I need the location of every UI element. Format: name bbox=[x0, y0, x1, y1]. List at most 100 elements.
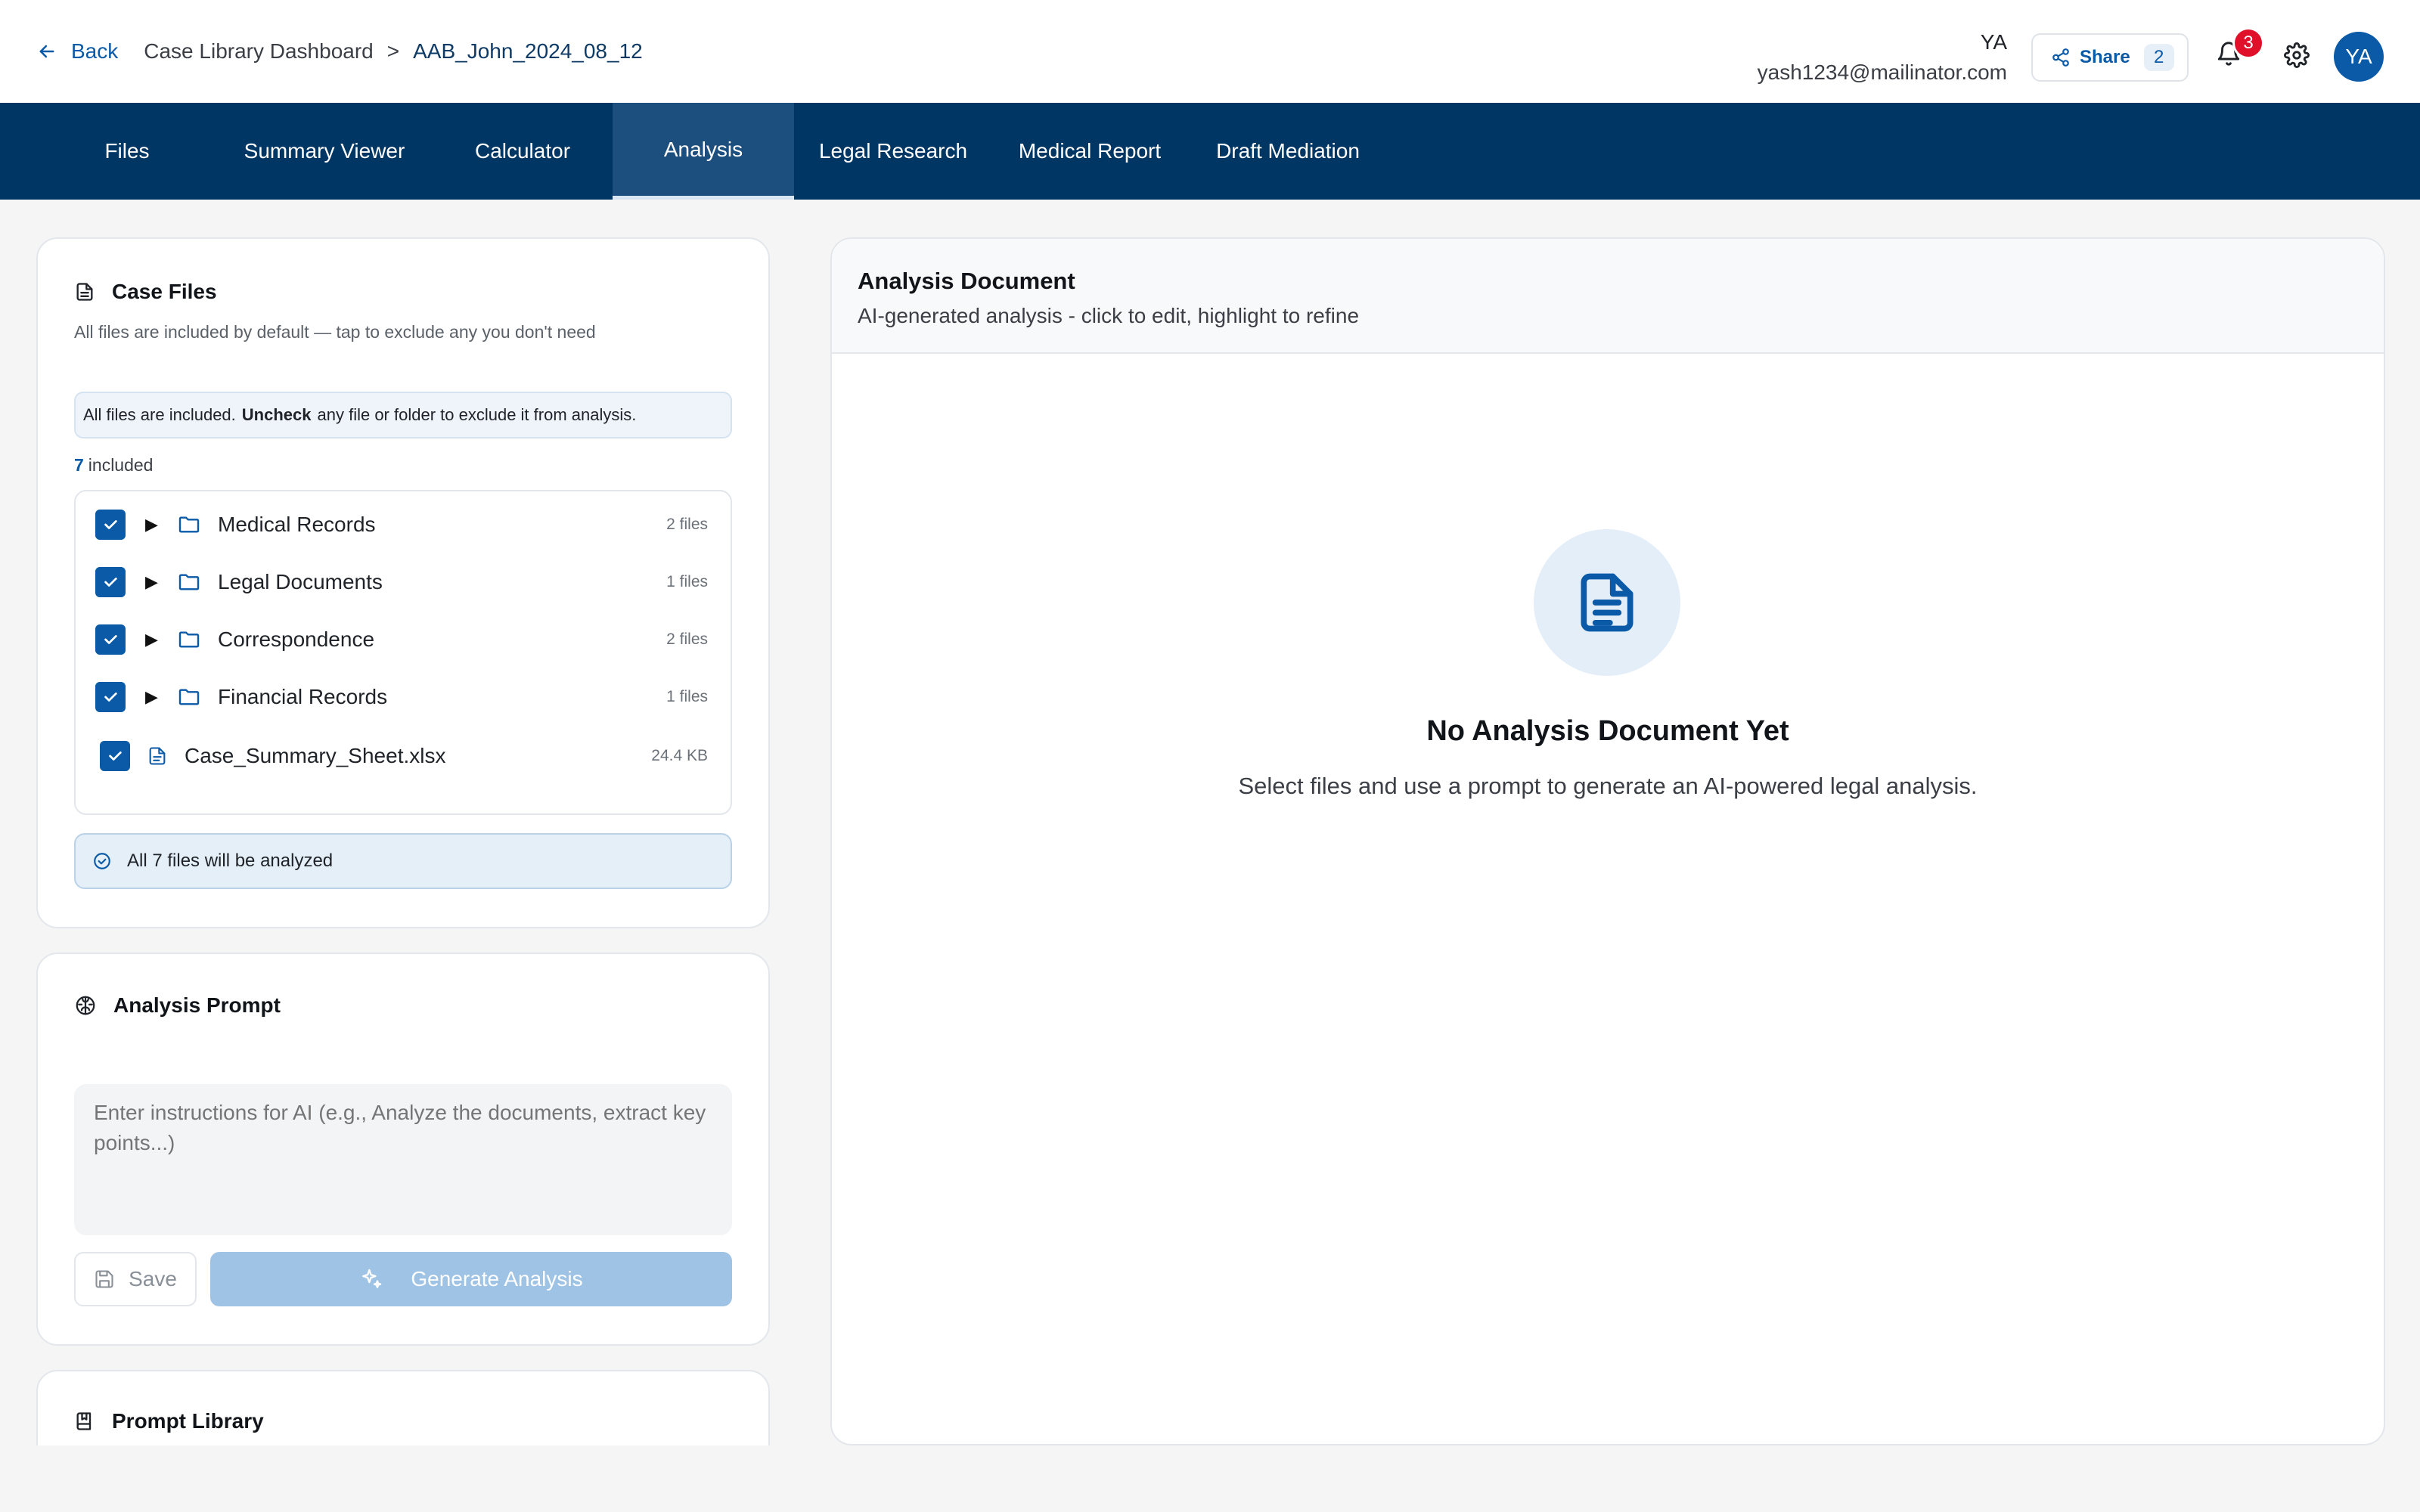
share-icon bbox=[2052, 48, 2069, 67]
share-label: Share bbox=[2080, 47, 2130, 67]
generate-analysis-button[interactable]: Generate Analysis bbox=[210, 1252, 732, 1306]
gear-icon bbox=[2284, 42, 2310, 68]
prompt-library-header[interactable]: Prompt Library bbox=[74, 1409, 264, 1433]
check-circle-icon bbox=[94, 853, 110, 869]
file-icon bbox=[149, 747, 166, 765]
sparkle-icon bbox=[362, 1269, 382, 1288]
row-name: Case_Summary_Sheet.xlsx bbox=[185, 744, 446, 767]
share-button[interactable]: Share 2 bbox=[2031, 33, 2189, 82]
brain-icon bbox=[76, 996, 95, 1015]
prompt-input[interactable] bbox=[74, 1084, 732, 1235]
tab-summary-viewer[interactable]: Summary Viewer bbox=[224, 103, 425, 200]
file-tree-row[interactable]: Case_Summary_Sheet.xlsx 24.4 KB bbox=[76, 733, 731, 779]
folder-icon bbox=[178, 689, 200, 705]
prompt-library-card: Prompt Library bbox=[36, 1370, 770, 1445]
breadcrumb-current: AAB_John_2024_08_12 bbox=[413, 39, 643, 63]
analysis-document-subtitle: AI-generated analysis - click to edit, h… bbox=[858, 304, 1360, 327]
share-count-badge: 2 bbox=[2143, 44, 2174, 71]
tab-draft-mediation[interactable]: Draft Mediation bbox=[1202, 103, 1373, 200]
tab-legal-research[interactable]: Legal Research bbox=[808, 103, 979, 200]
breadcrumb-parent-link[interactable]: Case Library Dashboard bbox=[144, 39, 374, 64]
row-meta: 1 files bbox=[666, 688, 708, 705]
folder-icon bbox=[178, 631, 200, 648]
check-icon bbox=[109, 751, 122, 761]
generate-label: Generate Analysis bbox=[411, 1267, 583, 1290]
back-label: Back bbox=[71, 39, 119, 63]
book-icon bbox=[76, 1412, 92, 1430]
include-note: All files are included. Uncheck any file… bbox=[74, 392, 732, 438]
user-email: yash1234@mailinator.com bbox=[1757, 60, 2007, 84]
file-tree-row[interactable]: ▶ Financial Records 1 files bbox=[76, 674, 731, 720]
row-name: Legal Documents bbox=[218, 570, 383, 593]
tab-files[interactable]: Files bbox=[76, 103, 178, 200]
case-files-subtitle: All files are included by default — tap … bbox=[74, 322, 596, 342]
save-label: Save bbox=[129, 1267, 177, 1290]
analysis-document-header: Analysis Document AI-generated analysis … bbox=[832, 239, 2384, 354]
file-tree-row[interactable]: ▶ Legal Documents 1 files bbox=[76, 559, 731, 605]
empty-state-text: Select files and use a prompt to generat… bbox=[1238, 773, 1978, 799]
expand-caret-icon[interactable]: ▶ bbox=[145, 630, 162, 649]
tab-medical-report[interactable]: Medical Report bbox=[1006, 103, 1174, 200]
analysis-prompt-title: Analysis Prompt bbox=[113, 993, 281, 1017]
row-checkbox[interactable] bbox=[95, 624, 126, 655]
row-meta: 2 files bbox=[666, 516, 708, 533]
analysis-document-panel: Analysis Document AI-generated analysis … bbox=[830, 237, 2385, 1445]
tab-calculator[interactable]: Calculator bbox=[458, 103, 587, 200]
analysis-prompt-card: Analysis Prompt Save Generate Analysis bbox=[36, 953, 770, 1346]
row-name: Medical Records bbox=[218, 513, 376, 536]
included-label: included bbox=[88, 455, 154, 475]
included-count: 7 included bbox=[74, 455, 153, 476]
check-icon bbox=[104, 635, 117, 644]
tab-analysis[interactable]: Analysis bbox=[613, 103, 794, 200]
arrow-left-icon bbox=[39, 45, 54, 58]
folder-icon bbox=[178, 516, 200, 533]
row-name: Financial Records bbox=[218, 685, 388, 708]
expand-caret-icon[interactable]: ▶ bbox=[145, 572, 162, 592]
row-meta: 2 files bbox=[666, 631, 708, 648]
user-initials: YA bbox=[1980, 30, 2007, 54]
expand-caret-icon[interactable]: ▶ bbox=[145, 687, 162, 707]
row-meta: 24.4 KB bbox=[651, 747, 708, 764]
back-button[interactable]: Back bbox=[36, 39, 118, 64]
analysis-document-title: Analysis Document bbox=[858, 268, 1075, 294]
include-note-suffix: any file or folder to exclude it from an… bbox=[317, 405, 637, 424]
included-number: 7 bbox=[74, 455, 84, 475]
file-tree-row[interactable]: ▶ Correspondence 2 files bbox=[76, 617, 731, 662]
breadcrumb-separator: > bbox=[386, 39, 400, 63]
row-checkbox[interactable] bbox=[95, 567, 126, 597]
prompt-library-clip: Prompt Library bbox=[0, 1368, 832, 1445]
top-header: Back Case Library Dashboard > AAB_John_2… bbox=[0, 0, 2420, 103]
check-icon bbox=[104, 578, 117, 587]
settings-button[interactable] bbox=[2284, 42, 2310, 68]
row-checkbox[interactable] bbox=[100, 741, 130, 771]
check-icon bbox=[104, 520, 117, 529]
row-checkbox[interactable] bbox=[95, 510, 126, 540]
main-nav: Files Summary Viewer Calculator Analysis… bbox=[0, 103, 2420, 200]
notification-count-badge: 3 bbox=[2232, 27, 2264, 59]
case-files-header: Case Files bbox=[74, 280, 217, 304]
empty-state-title: No Analysis Document Yet bbox=[1426, 715, 1789, 747]
row-checkbox[interactable] bbox=[95, 682, 126, 712]
row-meta: 1 files bbox=[666, 573, 708, 590]
check-icon bbox=[104, 692, 117, 702]
analysis-summary-banner: All 7 files will be analyzed bbox=[74, 833, 732, 889]
user-avatar[interactable]: YA bbox=[2334, 32, 2384, 82]
breadcrumb: Case Library Dashboard > AAB_John_2024_0… bbox=[144, 39, 642, 64]
file-tree-row[interactable]: ▶ Medical Records 2 files bbox=[76, 502, 731, 547]
expand-caret-icon[interactable]: ▶ bbox=[145, 515, 162, 534]
prompt-library-title: Prompt Library bbox=[112, 1409, 264, 1433]
include-note-prefix: All files are included. bbox=[83, 405, 236, 424]
case-files-title: Case Files bbox=[112, 280, 217, 303]
case-files-card: Case Files All files are included by def… bbox=[36, 237, 770, 928]
folder-icon bbox=[178, 574, 200, 590]
save-icon bbox=[95, 1270, 113, 1288]
empty-state-illustration bbox=[1534, 529, 1680, 676]
save-button[interactable]: Save bbox=[74, 1252, 197, 1306]
document-icon bbox=[76, 283, 93, 301]
user-info: YA yash1234@mailinator.com bbox=[1758, 27, 2007, 88]
analysis-summary-text: All 7 files will be analyzed bbox=[127, 850, 334, 871]
document-icon bbox=[1581, 573, 1634, 632]
include-note-bold: Uncheck bbox=[241, 405, 312, 424]
file-tree: ▶ Medical Records 2 files ▶ Legal Docume… bbox=[74, 490, 732, 815]
analysis-prompt-header: Analysis Prompt bbox=[74, 993, 281, 1018]
